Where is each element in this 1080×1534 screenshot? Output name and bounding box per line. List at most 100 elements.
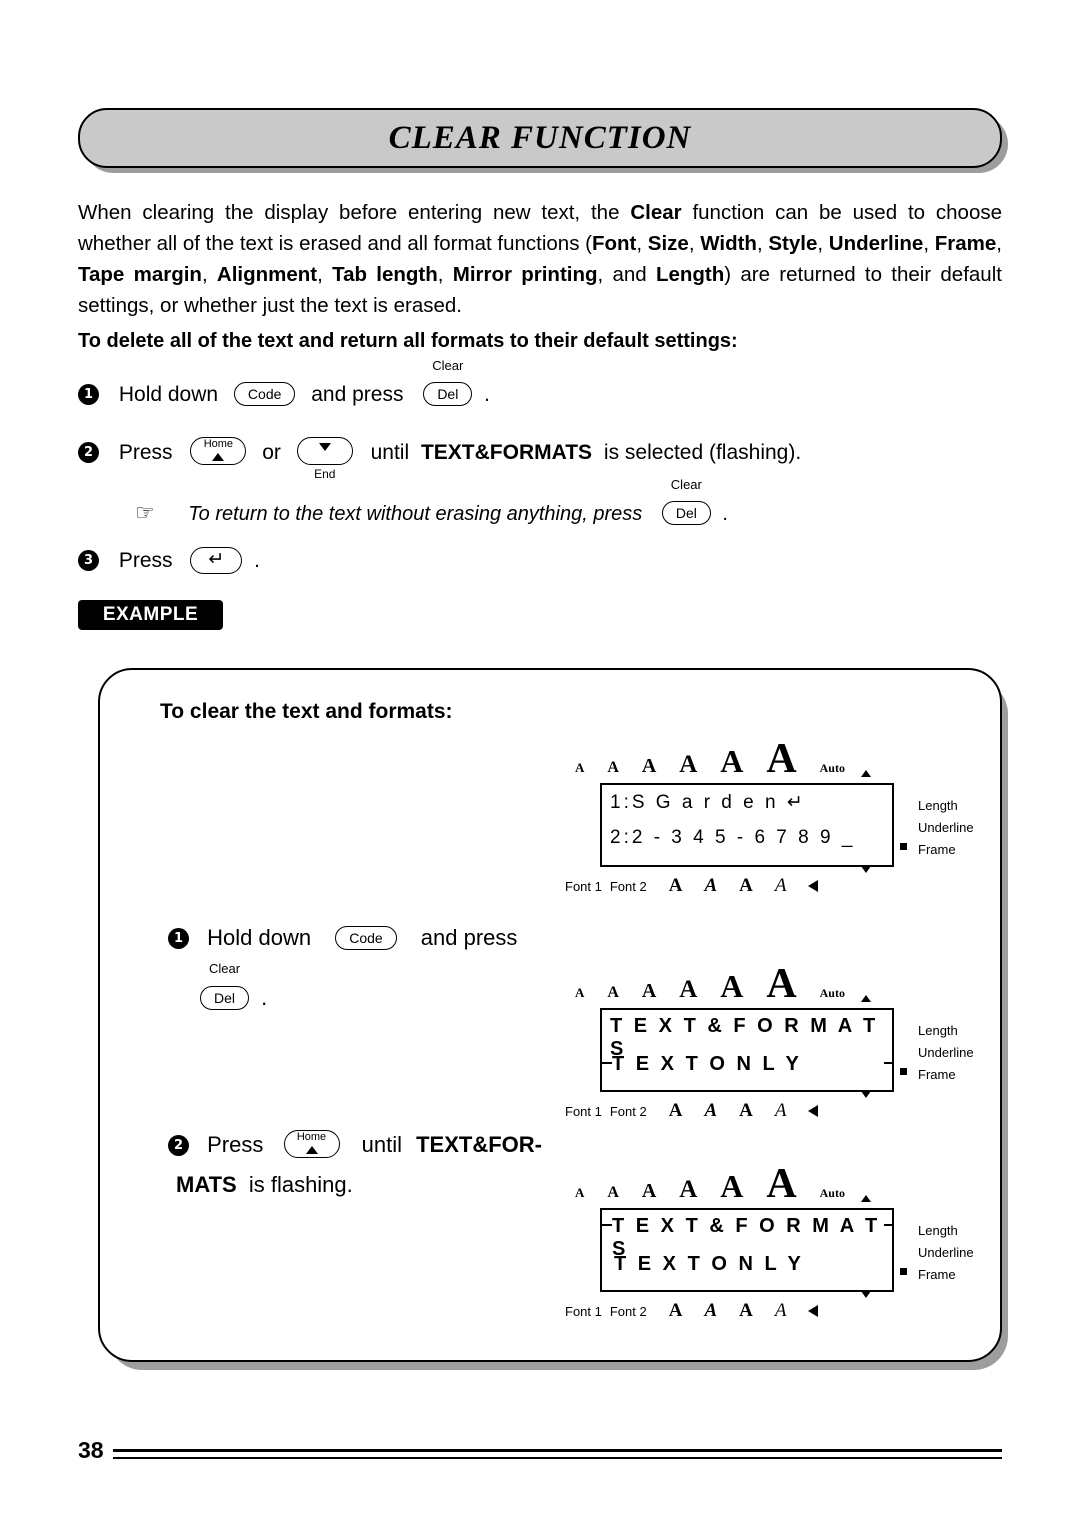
del-key[interactable]: Del xyxy=(423,382,473,406)
indicator-a-5: A xyxy=(720,1168,744,1204)
label-underline: Underline xyxy=(918,820,974,835)
lcd-bottom-row: Font 1 Font 2 A A A A xyxy=(565,1100,895,1122)
lcd-line-1: 1:S G a r d e n ↵ xyxy=(610,792,806,813)
lcd-screen: T E X T & F O R M A T S T E X T O N L Y xyxy=(600,1208,894,1292)
label-length: Length xyxy=(918,798,958,813)
note-text: To return to the text without erasing an… xyxy=(188,503,643,525)
note-post: . xyxy=(722,503,728,525)
step-2-mid: until xyxy=(370,441,410,464)
auto-indicator: Auto xyxy=(819,761,845,775)
page: CLEAR FUNCTION When clearing the display… xyxy=(0,0,1080,1534)
step-2: 2 Press Home or End until TEXT&FORMATS i… xyxy=(78,437,801,481)
intro-bold-term: Width xyxy=(700,232,757,255)
intro-bold-term: Tab length xyxy=(332,263,438,286)
intro-text: , xyxy=(317,263,333,286)
style-icon-3: A xyxy=(739,1100,753,1121)
lcd-line-2: T E X T O N L Y xyxy=(614,1253,804,1275)
style-icon-1: A xyxy=(668,875,683,896)
return-key[interactable]: ↵ xyxy=(190,547,243,574)
lcd-line-2: 2:2 - 3 4 5 - 6 7 8 9 _ xyxy=(610,827,856,848)
home-up-key[interactable]: Home xyxy=(283,1130,340,1158)
font-1-label: Font 1 xyxy=(565,1303,602,1319)
intro-bold-term: Tape margin xyxy=(78,263,202,286)
indicator-a-1: A xyxy=(575,760,585,775)
ex-step-2-post: is flashing. xyxy=(248,1172,353,1197)
intro-bold-term: Underline xyxy=(828,232,924,255)
code-key[interactable]: Code xyxy=(335,926,397,950)
ex-step-1-post: . xyxy=(261,985,268,1010)
home-up-key[interactable]: Home xyxy=(190,437,247,465)
lcd-line-2: T E X T O N L Y xyxy=(612,1053,802,1075)
font-1-label: Font 1 xyxy=(565,878,602,894)
cursor-up-icon xyxy=(861,995,871,1002)
end-down-key[interactable]: End xyxy=(296,437,353,481)
lcd-screen: T E X T & F O R M A T S T E X T O N L Y xyxy=(600,1008,894,1092)
example-step-2-cont: MATS is flashing. xyxy=(176,1172,353,1198)
flash-dash-left xyxy=(602,1224,612,1226)
page-number: 38 xyxy=(78,1437,104,1463)
example-badge: EXAMPLE xyxy=(78,600,223,630)
intro-paragraph: When clearing the display before enterin… xyxy=(78,197,1002,321)
clear-key-label: Clear xyxy=(432,358,464,373)
font-2-label: Font 2 xyxy=(609,878,647,894)
code-key[interactable]: Code xyxy=(233,382,296,406)
label-frame: Frame xyxy=(918,1067,956,1082)
lcd-top-icons: A A A A A A Auto xyxy=(575,1160,845,1208)
pointing-hand-icon: ☞ xyxy=(135,500,155,525)
label-underline: Underline xyxy=(918,1245,974,1260)
lcd-screen: 1:S G a r d e n ↵ 2:2 - 3 4 5 - 6 7 8 9 … xyxy=(600,783,894,867)
home-key-label: Home xyxy=(296,1131,327,1143)
end-key-label: End xyxy=(314,467,336,481)
indicator-a-4: A xyxy=(679,751,698,778)
style-icon-3: A xyxy=(739,1300,753,1321)
label-frame: Frame xyxy=(918,842,956,857)
step-number: 2 xyxy=(78,442,99,463)
ex-step-1-mid: and press xyxy=(420,925,518,950)
intro-bold-term: Clear xyxy=(630,201,682,224)
page-title: CLEAR FUNCTION xyxy=(388,119,692,156)
label-length: Length xyxy=(918,1023,958,1038)
home-key-label: Home xyxy=(203,438,234,450)
step-number: 3 xyxy=(78,550,99,571)
arrow-up-icon xyxy=(305,1146,318,1154)
style-icon-2: A xyxy=(704,1100,718,1121)
intro-bold-term: Font xyxy=(591,232,637,255)
indicator-a-2: A xyxy=(607,759,619,776)
intro-bold-term: Style xyxy=(768,232,818,255)
style-icon-2: A xyxy=(704,875,718,896)
cursor-down-icon xyxy=(861,1091,871,1098)
intro-text: , xyxy=(437,263,453,286)
ex-step-2-bold2: MATS xyxy=(176,1172,237,1197)
intro-text: , xyxy=(996,232,1002,255)
flash-dash-right xyxy=(884,1224,894,1226)
step-2-or: or xyxy=(262,441,281,464)
note-line: ☞ To return to the text without erasing … xyxy=(135,477,728,526)
del-key[interactable]: Del xyxy=(661,501,711,525)
cursor-down-icon xyxy=(861,866,871,873)
lcd-right-labels: Length Underline Frame xyxy=(918,1020,974,1086)
step-3-post: . xyxy=(254,549,260,572)
ex-step-1-pre: Hold down xyxy=(207,925,312,950)
label-frame: Frame xyxy=(918,1267,956,1282)
indicator-a-6: A xyxy=(766,961,797,1007)
frame-marker-icon xyxy=(900,1268,907,1275)
step-1-post: . xyxy=(484,383,491,406)
style-icon-1: A xyxy=(668,1100,683,1121)
intro-text: , xyxy=(923,232,935,255)
label-underline: Underline xyxy=(918,1045,974,1060)
label-length: Length xyxy=(918,1223,958,1238)
lcd-right-labels: Length Underline Frame xyxy=(918,1220,974,1286)
intro-text: , xyxy=(756,232,769,255)
lcd-top-icons: A A A A A A Auto xyxy=(575,960,845,1008)
arrow-up-icon xyxy=(212,453,225,461)
intro-text: , xyxy=(201,263,217,286)
auto-indicator: Auto xyxy=(819,1186,845,1200)
del-key[interactable]: Del xyxy=(200,986,250,1010)
intro-text: , and xyxy=(597,263,656,286)
ex-step-2-pre: Press xyxy=(207,1132,264,1157)
page-title-banner: CLEAR FUNCTION xyxy=(78,108,1008,173)
font-2-label: Font 2 xyxy=(609,1303,647,1319)
step-1-mid: and press xyxy=(311,383,404,406)
clear-key-label: Clear xyxy=(208,961,241,976)
step-number: 2 xyxy=(168,1135,189,1156)
